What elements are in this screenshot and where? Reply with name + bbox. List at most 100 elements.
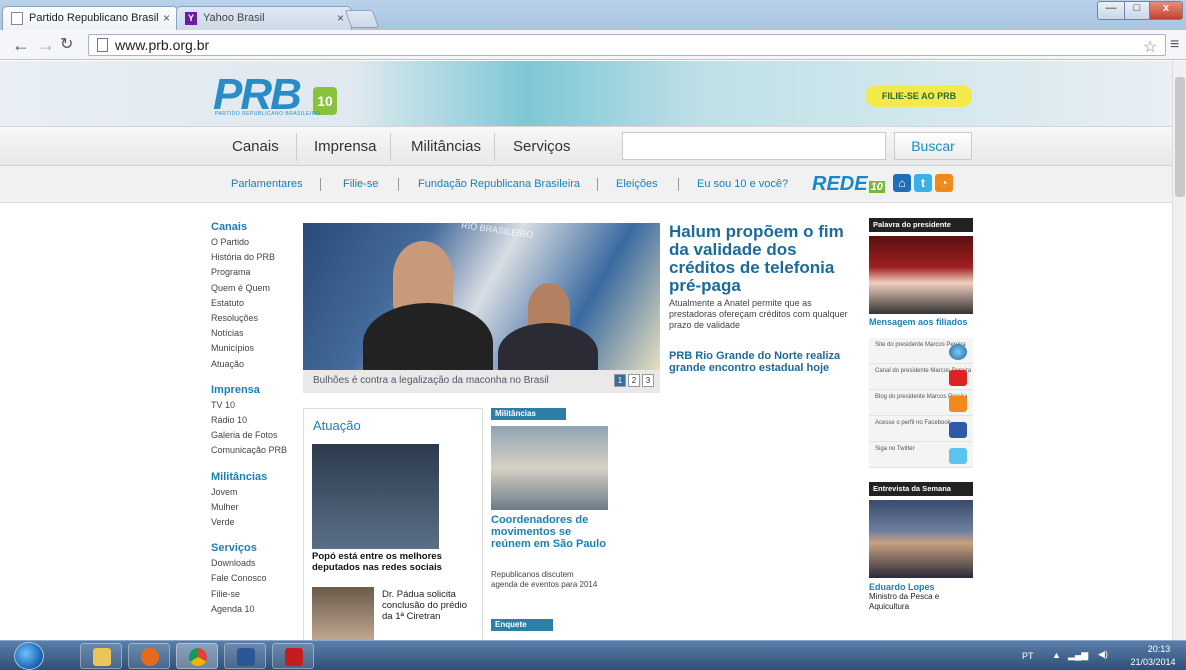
back-icon[interactable]: ← bbox=[12, 35, 30, 55]
president-site-link[interactable]: Site do presidente Marcos Pereira bbox=[869, 338, 973, 364]
page-icon bbox=[97, 38, 108, 52]
explorer-taskbar-button[interactable] bbox=[80, 643, 122, 669]
clock-date[interactable]: 21/03/2014 bbox=[1124, 657, 1182, 667]
militancias-label[interactable]: Militâncias bbox=[491, 408, 566, 420]
page-scrollbar[interactable] bbox=[1172, 61, 1186, 640]
atuacao-photo[interactable] bbox=[312, 444, 439, 549]
clock-time[interactable]: 20:13 bbox=[1136, 644, 1182, 654]
menu-section-servicos[interactable]: Serviços bbox=[211, 542, 296, 554]
president-message-link[interactable]: Mensagem aos filiados bbox=[869, 317, 973, 327]
nav-canais[interactable]: Canais bbox=[232, 138, 279, 155]
language-indicator[interactable]: PT bbox=[1022, 651, 1034, 661]
subnav-eu-sou-10[interactable]: Eu sou 10 e você? bbox=[697, 178, 788, 190]
secondary-headline[interactable]: PRB Rio Grande do Norte realiza grande e… bbox=[669, 350, 861, 374]
home-icon[interactable]: ⌂ bbox=[893, 174, 911, 192]
menu-section-militancias[interactable]: Militâncias bbox=[211, 471, 296, 483]
close-tab-icon[interactable]: × bbox=[337, 11, 344, 25]
president-box-title: Palavra do presidente bbox=[869, 218, 973, 232]
new-tab-button[interactable] bbox=[344, 10, 380, 28]
subnav-filie-se[interactable]: Filie-se bbox=[343, 178, 378, 190]
volume-icon[interactable]: ◀) bbox=[1098, 649, 1108, 660]
nav-imprensa[interactable]: Imprensa bbox=[314, 138, 377, 155]
rede10-logo[interactable]: REDE 10 bbox=[812, 173, 885, 196]
maximize-button[interactable]: □ bbox=[1124, 1, 1150, 20]
forward-icon[interactable]: → bbox=[37, 35, 55, 55]
subnav-eleicoes[interactable]: Eleições bbox=[616, 178, 658, 190]
close-tab-icon[interactable]: × bbox=[163, 11, 170, 25]
headline-block: Halum propõem o fim da validade dos créd… bbox=[669, 223, 861, 375]
menu-link[interactable]: TV 10 bbox=[211, 398, 296, 413]
twitter-link[interactable]: Siga no Twitter bbox=[869, 442, 973, 468]
menu-link[interactable]: Fale Conosco bbox=[211, 571, 296, 586]
show-hidden-icons-icon[interactable]: ▲ bbox=[1052, 650, 1061, 660]
menu-link[interactable]: Estatuto bbox=[211, 296, 296, 311]
menu-link[interactable]: Downloads bbox=[211, 556, 296, 571]
slide-page-2[interactable]: 2 bbox=[628, 374, 640, 387]
atuacao-story-2[interactable]: Dr. Pádua solicita conclusão do prédio d… bbox=[382, 589, 472, 622]
featured-image[interactable]: RIO BRASILEIRO bbox=[303, 223, 660, 370]
join-prb-button[interactable]: FILIE-SE AO PRB bbox=[866, 85, 972, 107]
atuacao-photo-2[interactable] bbox=[312, 587, 374, 640]
menu-link[interactable]: Comunicação PRB bbox=[211, 443, 296, 458]
reload-icon[interactable]: ↻ bbox=[60, 35, 73, 55]
word-taskbar-button[interactable] bbox=[224, 643, 266, 669]
atuacao-title[interactable]: Atuação bbox=[313, 418, 361, 433]
menu-link[interactable]: Resoluções bbox=[211, 311, 296, 326]
menu-link[interactable]: Jovem bbox=[211, 485, 296, 500]
facebook-link[interactable]: Acesse o perfil no Facebook bbox=[869, 416, 973, 442]
search-input[interactable] bbox=[622, 132, 886, 160]
minimize-button[interactable]: — bbox=[1097, 1, 1125, 20]
facebook-icon bbox=[949, 422, 967, 438]
president-channel-link[interactable]: Canal do presidente Marcos Pereira bbox=[869, 364, 973, 390]
menu-link[interactable]: Rádio 10 bbox=[211, 413, 296, 428]
menu-icon[interactable]: ≡ bbox=[1170, 36, 1179, 54]
divider bbox=[296, 133, 297, 161]
militancias-headline[interactable]: Coordenadores de movimentos se reúnem em… bbox=[491, 514, 611, 550]
menu-link[interactable]: Galeria de Fotos bbox=[211, 428, 296, 443]
interview-photo[interactable] bbox=[869, 500, 973, 578]
bookmark-star-icon[interactable]: ☆ bbox=[1143, 37, 1157, 57]
menu-link[interactable]: Filie-se bbox=[211, 587, 296, 602]
start-button[interactable] bbox=[14, 642, 44, 670]
media-taskbar-button[interactable] bbox=[128, 643, 170, 669]
acrobat-taskbar-button[interactable] bbox=[272, 643, 314, 669]
nav-militancias[interactable]: Militâncias bbox=[411, 138, 481, 155]
close-button[interactable]: x bbox=[1149, 1, 1183, 20]
search-button[interactable]: Buscar bbox=[894, 132, 972, 160]
menu-link[interactable]: Agenda 10 bbox=[211, 602, 296, 617]
subnav-parlamentares[interactable]: Parlamentares bbox=[231, 178, 303, 190]
menu-link[interactable]: Mulher bbox=[211, 500, 296, 515]
address-bar[interactable]: www.prb.org.br bbox=[88, 34, 1166, 56]
atuacao-story-1[interactable]: Popó está entre os melhores deputados na… bbox=[312, 551, 477, 573]
menu-section-imprensa[interactable]: Imprensa bbox=[211, 384, 296, 396]
menu-link[interactable]: História do PRB bbox=[211, 250, 296, 265]
chrome-taskbar-button[interactable] bbox=[176, 643, 218, 669]
menu-link[interactable]: Atuação bbox=[211, 357, 296, 372]
menu-link[interactable]: Programa bbox=[211, 265, 296, 280]
network-icon[interactable]: ▂▄▆ bbox=[1068, 650, 1088, 661]
interview-name[interactable]: Eduardo Lopes bbox=[869, 582, 973, 592]
militancias-photo[interactable] bbox=[491, 426, 608, 510]
menu-link[interactable]: Municípios bbox=[211, 341, 296, 356]
menu-link[interactable]: Quem é Quem bbox=[211, 281, 296, 296]
twitter-icon[interactable]: t bbox=[914, 174, 932, 192]
menu-link[interactable]: Verde bbox=[211, 515, 296, 530]
rss-icon[interactable]: ◔ bbox=[935, 174, 953, 192]
menu-link[interactable]: Notícias bbox=[211, 326, 296, 341]
president-blog-link[interactable]: Blog do presidente Marcos Pereira bbox=[869, 390, 973, 416]
slide-page-1[interactable]: 1 bbox=[614, 374, 626, 387]
main-headline[interactable]: Halum propõem o fim da validade dos créd… bbox=[669, 223, 861, 295]
menu-section-canais[interactable]: Canais bbox=[211, 221, 296, 233]
menu-link[interactable]: O Partido bbox=[211, 235, 296, 250]
tab-yahoo[interactable]: Y Yahoo Brasil × bbox=[176, 6, 352, 30]
featured-caption[interactable]: Bulhões é contra a legalização da maconh… bbox=[303, 370, 660, 393]
divider bbox=[390, 133, 391, 161]
scrollbar-thumb[interactable] bbox=[1175, 77, 1185, 197]
enquete-label[interactable]: Enquete bbox=[491, 619, 553, 631]
interview-box-title: Entrevista da Semana bbox=[869, 482, 973, 496]
tab-prb[interactable]: Partido Republicano Brasil × bbox=[2, 6, 178, 30]
president-photo[interactable] bbox=[869, 236, 973, 314]
subnav-fundacao[interactable]: Fundação Republicana Brasileira bbox=[418, 178, 580, 190]
slide-page-3[interactable]: 3 bbox=[642, 374, 654, 387]
nav-servicos[interactable]: Serviços bbox=[513, 138, 571, 155]
